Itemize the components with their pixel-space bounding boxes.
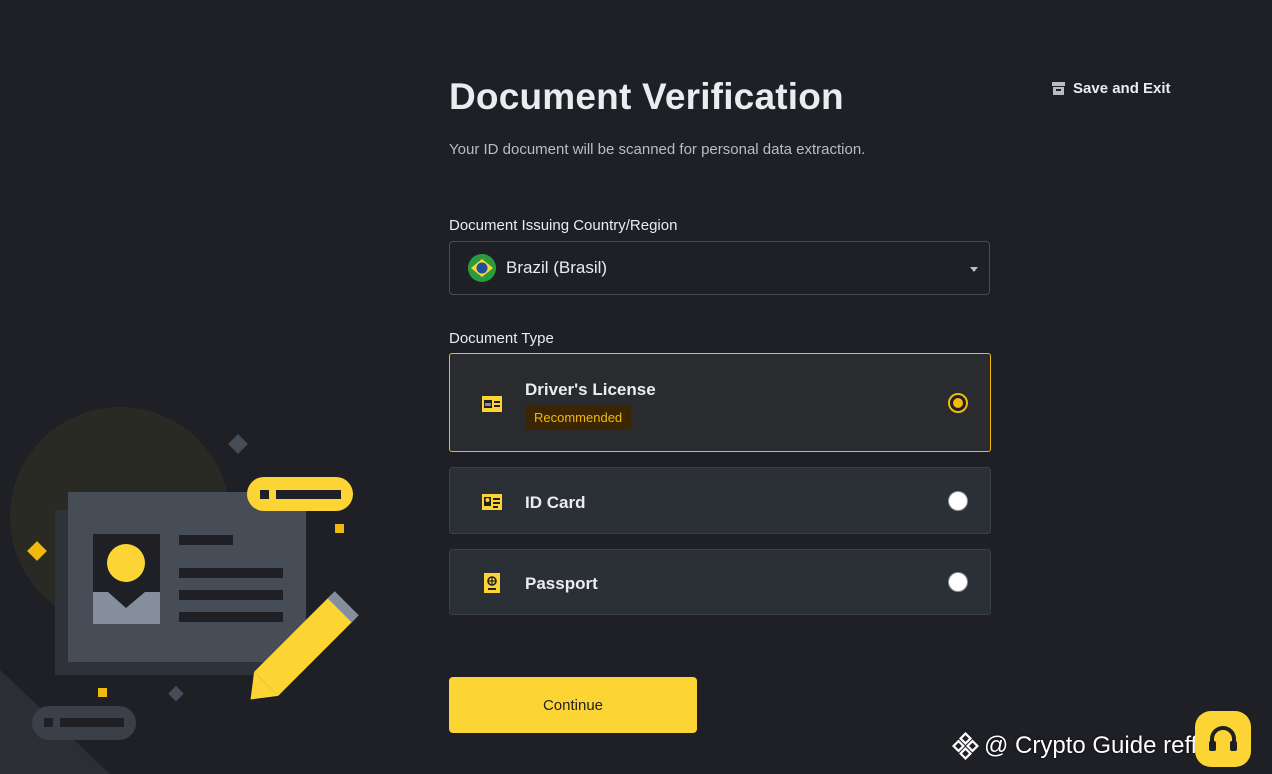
option-label: Driver's License bbox=[525, 380, 656, 399]
headset-icon bbox=[1209, 726, 1237, 751]
brazil-flag-icon bbox=[468, 254, 496, 282]
page-subtitle: Your ID document will be scanned for per… bbox=[449, 141, 866, 158]
drivers-license-icon bbox=[482, 396, 502, 412]
archive-icon bbox=[1052, 82, 1065, 95]
country-selected-value: Brazil (Brasil) bbox=[506, 258, 608, 277]
continue-button[interactable]: Continue bbox=[449, 677, 697, 733]
country-select[interactable]: Brazil (Brasil) bbox=[449, 241, 990, 295]
support-chat-button[interactable] bbox=[1195, 711, 1251, 767]
chevron-down-icon bbox=[970, 267, 978, 272]
page-title: Document Verification bbox=[449, 76, 844, 117]
passport-icon bbox=[484, 573, 500, 593]
radio-unselected[interactable] bbox=[948, 572, 968, 592]
option-id-card[interactable]: ID Card bbox=[449, 467, 991, 534]
radio-unselected[interactable] bbox=[948, 491, 968, 511]
country-label: Document Issuing Country/Region bbox=[449, 217, 678, 234]
option-label: ID Card bbox=[525, 493, 586, 512]
id-verification-illustration bbox=[0, 407, 359, 774]
save-and-exit-button[interactable]: Save and Exit bbox=[1052, 80, 1171, 97]
radio-selected[interactable] bbox=[948, 393, 968, 413]
id-card-icon bbox=[482, 494, 502, 510]
binance-logo-icon bbox=[952, 732, 980, 760]
option-label: Passport bbox=[525, 574, 598, 593]
option-passport[interactable]: Passport bbox=[449, 549, 991, 615]
save-and-exit-label: Save and Exit bbox=[1073, 80, 1171, 97]
recommended-badge: Recommended bbox=[525, 405, 632, 430]
document-type-label: Document Type bbox=[449, 330, 554, 347]
option-drivers-license[interactable]: Driver's License Recommended bbox=[449, 353, 991, 452]
